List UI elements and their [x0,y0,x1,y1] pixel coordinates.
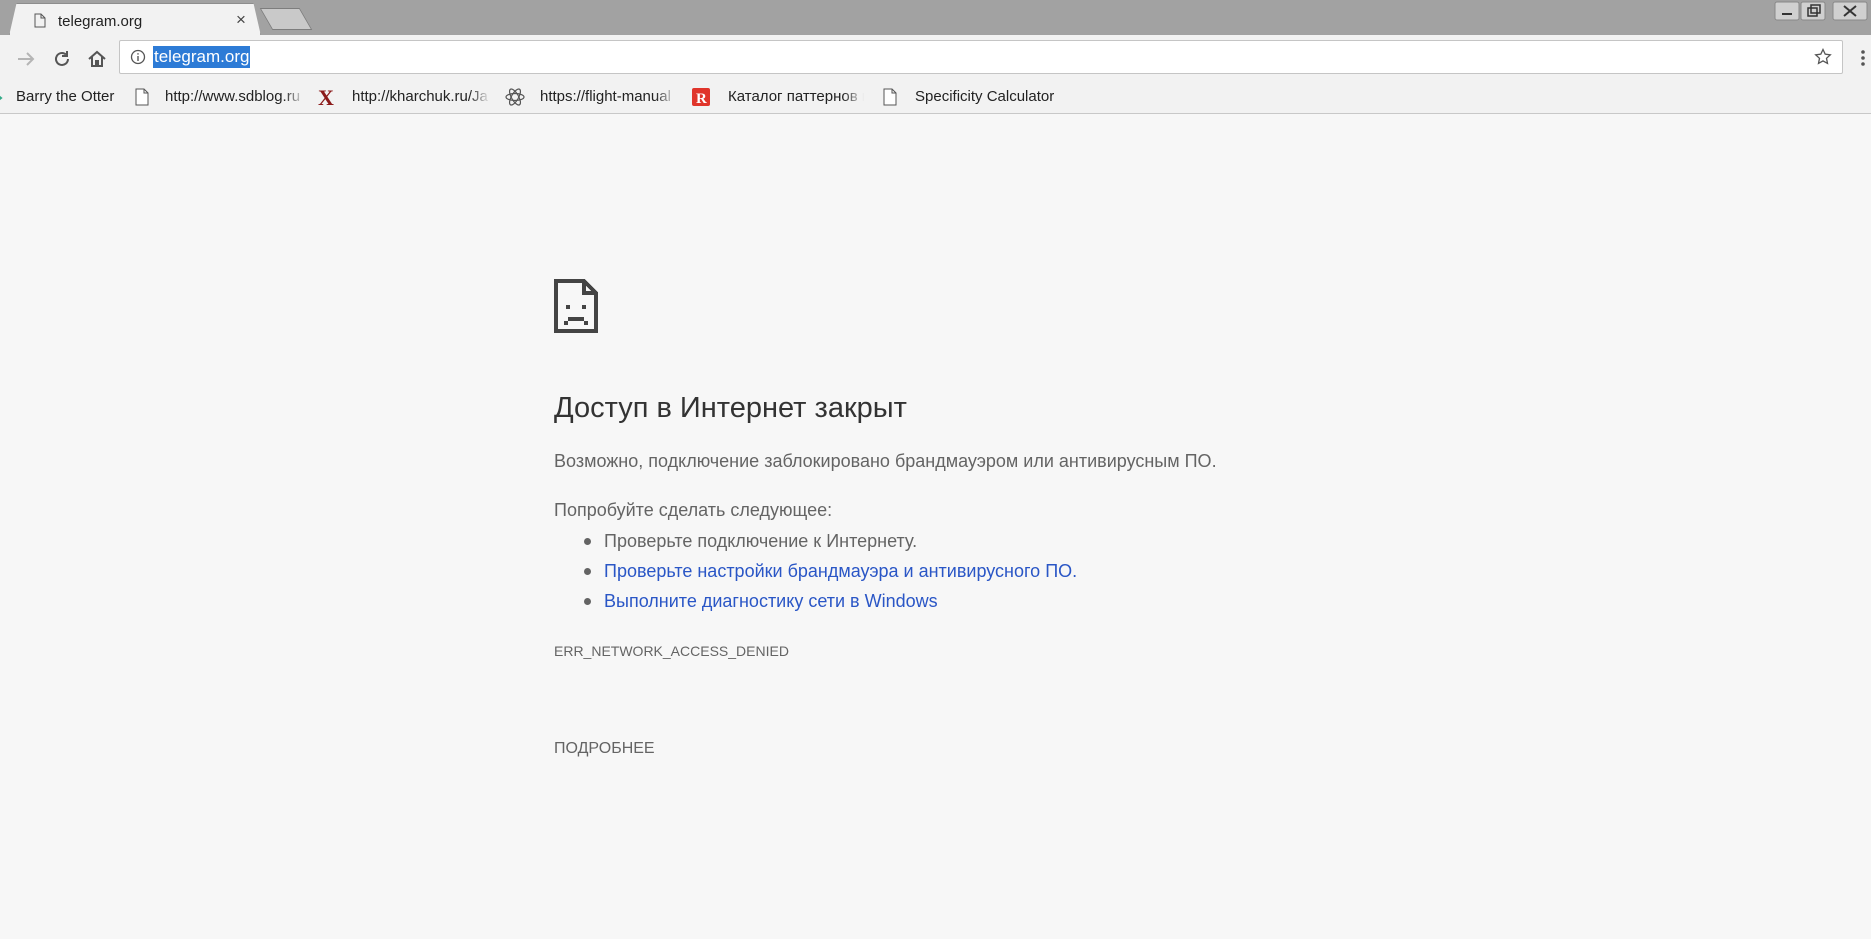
reload-icon [55,51,69,66]
r-logo-icon: R [692,88,710,106]
tab-title: telegram.org [58,13,143,30]
home-button[interactable] [83,45,111,73]
suggestion-check-connection: Проверьте подключение к Интернету. [554,527,1077,557]
bookmarks-bar: Barry the Otter http://www.sdblog.ru X h… [0,82,1871,114]
close-window-button[interactable] [1832,0,1868,22]
error-description: Возможно, подключение заблокировано бран… [554,451,1217,471]
details-button[interactable]: ПОДРОБНЕЕ [554,740,655,758]
tab-strip: telegram.org × [0,0,1871,36]
otter-icon [0,95,3,101]
page-icon [135,88,149,106]
atom-icon [505,88,525,106]
error-code: ERR_NETWORK_ACCESS_DENIED [554,643,789,659]
sad-page-icon [554,279,598,333]
svg-text:R: R [696,91,707,106]
reload-button[interactable] [48,45,76,73]
arrow-right-icon [18,52,35,66]
address-bar[interactable]: telegram.org [119,40,1843,74]
bookmark-item[interactable]: Barry the Otter [0,82,122,113]
new-tab-button[interactable] [259,8,313,30]
page-icon [34,13,46,28]
restore-button[interactable] [1800,0,1826,22]
tab-close-icon[interactable]: × [236,10,246,30]
suggestions-list: Проверьте подключение к Интернету. Прове… [554,527,1077,617]
suggestion-diagnostics-link[interactable]: Выполните диагностику сети в Windows [554,587,1077,617]
svg-text:X: X [318,88,334,106]
star-icon[interactable] [1814,48,1832,66]
error-title: Доступ в Интернет закрыт [554,392,907,424]
bookmark-item[interactable]: https://flight-manual [504,82,676,113]
bookmark-item[interactable]: R Каталог паттернов п [692,82,864,113]
bookmark-item[interactable]: X http://kharchuk.ru/Ja [318,82,490,113]
suggestion-firewall-link[interactable]: Проверьте настройки брандмауэра и антиви… [554,557,1077,587]
forward-button[interactable] [12,45,40,73]
bookmark-item[interactable]: Specificity Calculator [881,82,1081,113]
menu-icon[interactable] [1860,49,1866,67]
info-icon[interactable] [130,49,146,65]
home-icon [88,50,106,67]
x-logo-icon: X [318,88,334,106]
page-icon [883,88,897,106]
url-text[interactable]: telegram.org [153,46,251,68]
suggestions-heading: Попробуйте сделать следующее: [554,500,833,520]
tab-telegram[interactable]: telegram.org × [9,3,261,36]
minimize-button[interactable] [1774,0,1800,22]
bookmark-item[interactable]: http://www.sdblog.ru [133,82,303,113]
